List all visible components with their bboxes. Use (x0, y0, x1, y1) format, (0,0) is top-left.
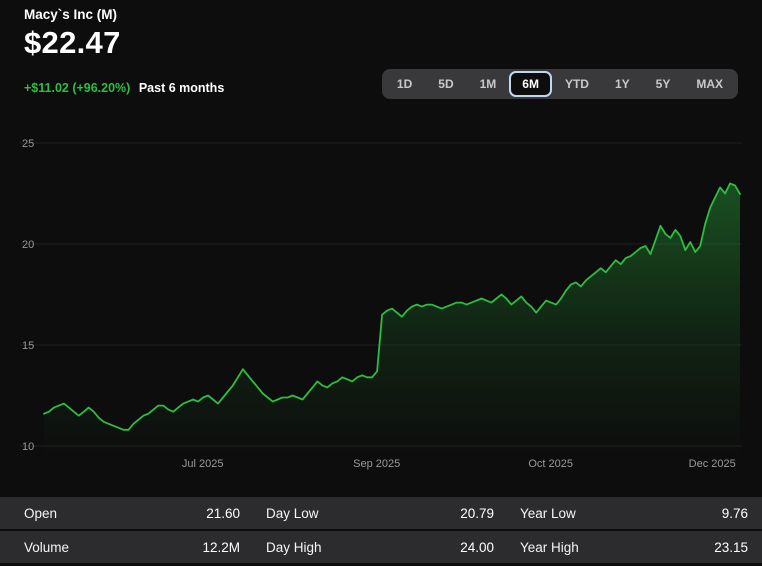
stat-label: Day High (266, 539, 322, 555)
change-period-label: Past 6 months (138, 81, 225, 95)
range-selector: 1D 5D 1M 6M YTD 1Y 5Y MAX (381, 69, 738, 99)
price-change: +$11.02 (+96.20%) (24, 81, 131, 95)
stock-title: Macy`s Inc (M) (24, 7, 118, 22)
price-change-row: +$11.02 (+96.20%) Past 6 months (24, 81, 224, 95)
stat-value: 20.79 (460, 505, 494, 521)
stat-year-low: Year Low 9.76 (508, 506, 762, 521)
stat-value: 9.76 (721, 505, 748, 521)
range-button-1m[interactable]: 1M (467, 71, 510, 97)
y-axis-label: 10 (22, 441, 34, 453)
stat-value: 21.60 (206, 505, 240, 521)
stat-value: 12.2M (202, 539, 240, 555)
stat-label: Day Low (266, 505, 319, 521)
range-button-ytd[interactable]: YTD (552, 71, 602, 97)
stats-table: Open 21.60 Day Low 20.79 Year Low 9.76 V… (0, 497, 762, 565)
range-button-6m[interactable]: 6M (509, 71, 552, 97)
stat-volume: Volume 12.2M (0, 540, 254, 555)
x-axis-label: Sep 2025 (353, 458, 400, 470)
price-chart[interactable]: 25 20 15 10 Jul 2025 Sep 2025 Oct 2025 Dec 2025 (0, 120, 762, 472)
range-button-max[interactable]: MAX (683, 71, 736, 97)
stat-open: Open 21.60 (0, 506, 254, 521)
price-chart-svg[interactable]: 25 20 15 10 Jul 2025 Sep 2025 Oct 2025 Dec 2025 (0, 120, 762, 472)
stat-day-low: Day Low 20.79 (254, 506, 508, 521)
y-axis-label: 25 (22, 138, 34, 150)
y-axis-label: 15 (22, 340, 34, 352)
current-price: $22.47 (24, 25, 121, 60)
stat-label: Year High (520, 539, 579, 555)
x-axis-label: Jul 2025 (182, 458, 224, 470)
stat-value: 23.15 (714, 539, 748, 555)
stat-year-high: Year High 23.15 (508, 540, 762, 555)
stat-label: Year Low (520, 505, 576, 521)
x-axis-label: Dec 2025 (689, 458, 736, 470)
stat-label: Open (24, 505, 58, 521)
range-button-5y[interactable]: 5Y (643, 71, 684, 97)
stat-label: Volume (24, 539, 70, 555)
x-axis-label: Oct 2025 (528, 458, 573, 470)
stats-row-2: Volume 12.2M Day High 24.00 Year High 23… (0, 531, 762, 563)
stat-value: 24.00 (460, 539, 494, 555)
range-button-1y[interactable]: 1Y (602, 71, 643, 97)
range-button-5d[interactable]: 5D (425, 71, 466, 97)
stat-day-high: Day High 24.00 (254, 540, 508, 555)
y-axis-label: 20 (22, 239, 34, 251)
range-button-1d[interactable]: 1D (384, 71, 425, 97)
stats-row-1: Open 21.60 Day Low 20.79 Year Low 9.76 (0, 497, 762, 529)
